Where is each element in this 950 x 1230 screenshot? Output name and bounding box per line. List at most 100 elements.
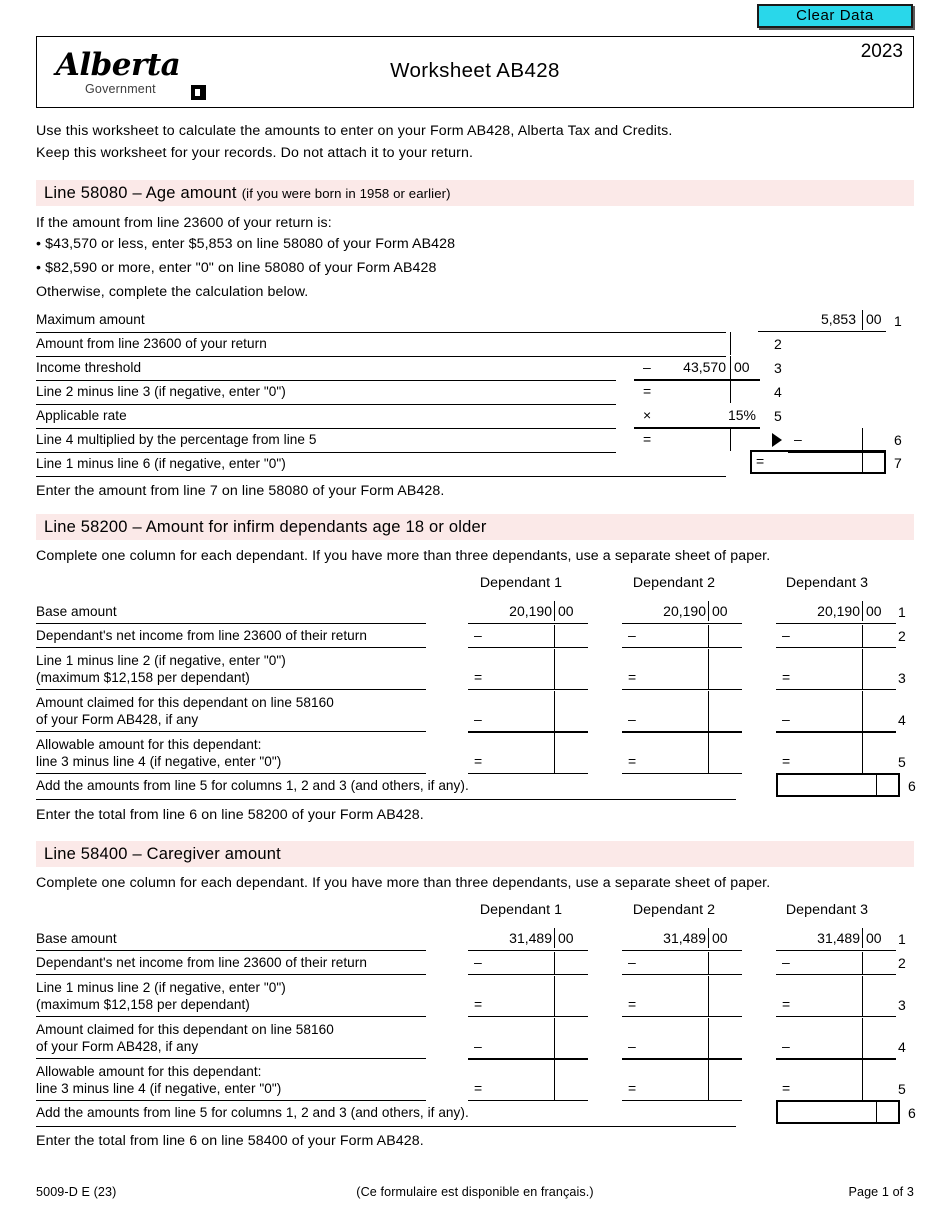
cents-separator [554,952,555,974]
row-underline [36,1126,736,1127]
row-operator: = [474,1080,483,1096]
row-underline [36,332,726,333]
row-total-rule [634,379,760,381]
row-underline [36,1100,426,1101]
row-operator: = [782,1080,791,1096]
cents-separator [554,625,555,647]
row-underline [776,950,896,951]
row-number: 5 [898,754,906,770]
row-cents: 00 [712,603,728,619]
row-operator: = [643,431,652,447]
section-58200-title: Line 58200 – Amount for infirm dependant… [44,517,487,536]
row-underline [622,773,742,774]
row-underline [468,689,588,690]
row-number: 5 [774,408,782,424]
row-operator: – [474,627,482,643]
row-number: 2 [898,628,906,644]
row-cents: 00 [712,930,728,946]
cents-separator [730,356,731,379]
result-box-field[interactable] [750,450,886,474]
row-operator: – [628,1038,636,1054]
cents-separator [708,691,709,731]
cents-separator [876,773,877,797]
caregiver-intro-line: Complete one column for each dependant. … [36,875,771,891]
row-underline [622,623,742,624]
row-amount: 15% [727,407,756,423]
row-underline [776,974,896,975]
cents-separator [862,1060,863,1100]
row-operator: – [782,627,790,643]
row-underline [776,689,896,690]
row-underline [622,689,742,690]
row-label: Amount from line 23600 of your return [36,336,267,351]
row-label: Dependant's net income from line 23600 o… [36,628,367,643]
cents-separator [862,733,863,773]
row-underline [36,356,726,357]
cents-separator [554,976,555,1016]
cents-separator [708,928,709,948]
row-underline [36,647,426,648]
row-label: Base amount [36,604,117,619]
page-number: Page 1 of 3 [848,1185,914,1199]
column-header-dependant-2: Dependant 2 [632,902,716,918]
row-operator: – [474,1038,482,1054]
clear-data-button[interactable]: Clear Data [757,4,913,28]
row-label: Line 1 minus line 6 (if negative, enter … [36,456,286,471]
row-operator: – [628,627,636,643]
age-bullet-2: • $82,590 or more, enter "0" on line 580… [36,260,437,276]
logo-subtitle: Government [85,82,156,96]
row-cents: 00 [866,930,882,946]
cents-separator [708,649,709,689]
row-number: 2 [774,336,782,352]
row-underline [36,452,616,453]
row-underline [622,647,742,648]
cents-separator [862,450,863,474]
cents-separator [730,428,731,451]
carry-arrow-icon [772,433,782,447]
cents-separator [708,733,709,773]
row-number: 6 [894,432,902,448]
row-cents: 00 [866,603,882,619]
age-otherwise-line: Otherwise, complete the calculation belo… [36,284,309,300]
row-number: 4 [774,384,782,400]
row-number: 4 [898,1039,906,1055]
total-box-field[interactable] [776,773,900,797]
section-58080-title: Line 58080 – Age amount [44,183,237,202]
cents-separator [554,649,555,689]
row-label: Add the amounts from line 5 for columns … [36,778,469,793]
row-operator: = [628,1080,637,1096]
cents-separator [708,1060,709,1100]
row-label: Line 1 minus line 2 (if negative, enter … [36,980,286,1012]
row-underline [468,1016,588,1017]
row-underline [36,1016,426,1017]
cents-separator [862,310,863,330]
cents-separator [862,952,863,974]
infirm-closing-line: Enter the total from line 6 on line 5820… [36,807,424,823]
row-operator: = [628,669,637,685]
row-operator: – [782,711,790,727]
row-operator: – [782,954,790,970]
cents-separator [862,601,863,621]
row-amount: 20,190 [817,603,860,619]
row-operator: – [628,954,636,970]
column-header-dependant-2: Dependant 2 [632,575,716,591]
age-closing-line: Enter the amount from line 7 on line 580… [36,483,445,499]
cents-separator [554,733,555,773]
row-underline [36,380,616,381]
cents-separator [730,332,731,355]
row-amount: 5,853 [820,311,856,327]
row-number: 3 [774,360,782,376]
row-underline [758,331,886,332]
row-label: Line 4 multiplied by the percentage from… [36,432,317,447]
section-header-58200: Line 58200 – Amount for infirm dependant… [36,514,914,540]
total-box-field[interactable] [776,1100,900,1124]
row-total-rule [776,1058,896,1060]
row-total-rule [468,1058,588,1060]
row-number: 2 [898,955,906,971]
row-total-rule [776,731,896,733]
worksheet-intro: Use this worksheet to calculate the amou… [36,120,673,164]
row-underline [776,647,896,648]
row-number: 1 [894,313,902,329]
row-underline [36,773,426,774]
row-underline [468,1100,588,1101]
